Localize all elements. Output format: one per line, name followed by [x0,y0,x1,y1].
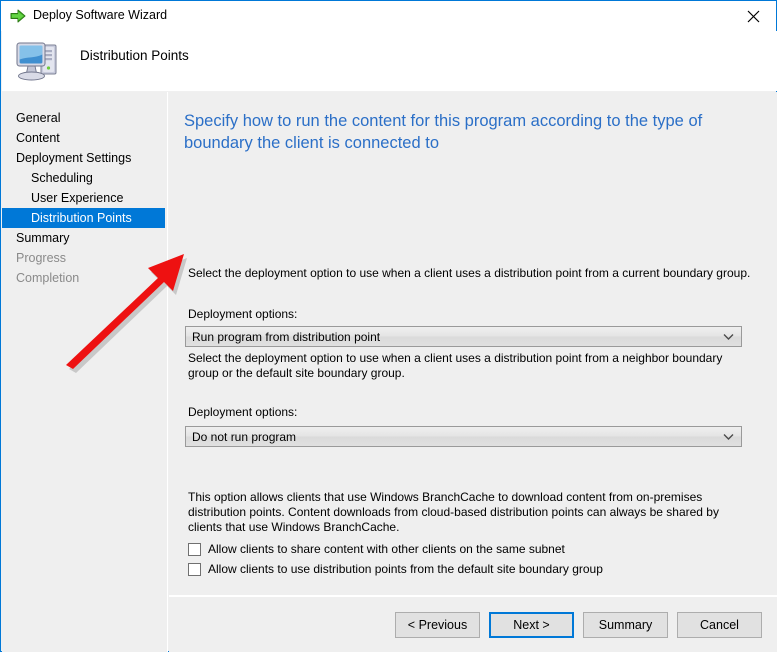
summary-button[interactable]: Summary [583,612,668,638]
sidebar-item-content[interactable]: Content [2,128,168,148]
deployment-options-value-2: Do not run program [192,430,297,444]
deployment-options-dropdown-1[interactable]: Run program from distribution point [185,326,742,347]
page-title: Distribution Points [80,48,189,63]
chevron-down-icon [723,427,734,446]
paragraph-current-boundary: Select the deployment option to use when… [188,266,751,280]
sidebar-item-general[interactable]: General [2,108,168,128]
paragraph-neighbor-boundary: Select the deployment option to use when… [188,351,723,380]
sidebar-item-user-experience[interactable]: User Experience [2,188,168,208]
green-right-arrow-icon [10,9,26,23]
next-button[interactable]: Next > [489,612,574,638]
cancel-button[interactable]: Cancel [677,612,762,638]
previous-button[interactable]: < Previous [395,612,480,638]
title-bar: Deploy Software Wizard [1,1,776,31]
deployment-options-value-1: Run program from distribution point [192,330,381,344]
checkbox-default-site[interactable] [188,562,201,576]
wizard-sidebar: General Content Deployment Settings Sche… [2,92,168,652]
deployment-options-dropdown-2[interactable]: Do not run program [185,426,742,447]
sidebar-item-summary[interactable]: Summary [2,228,168,248]
footer-bar: < Previous Next > Summary Cancel [169,597,777,652]
sidebar-item-distribution-points[interactable]: Distribution Points [2,208,165,228]
checkbox-share-content[interactable] [188,542,201,556]
checkbox-share-content-row[interactable]: Allow clients to share content with othe… [188,540,565,558]
paragraph-branchcache: This option allows clients that use Wind… [188,490,719,534]
deploy-software-wizard-window: Deploy Software Wizard Distribution Poin… [0,0,777,652]
computer-icon [14,37,64,85]
sidebar-item-completion: Completion [16,271,80,285]
checkbox-default-site-row[interactable]: Allow clients to use distribution points… [188,560,603,578]
sidebar-item-deployment-settings[interactable]: Deployment Settings [2,148,168,168]
window-title: Deploy Software Wizard [33,8,168,22]
sidebar-item-progress: Progress [16,251,67,265]
deployment-options-label-1: Deployment options: [188,307,298,321]
nav-list: General Content Deployment Settings Sche… [2,108,168,288]
content-heading: Specify how to run the content for this … [184,112,703,152]
wizard-header: Distribution Points [2,31,777,91]
content-pane: Specify how to run the content for this … [169,92,777,652]
checkbox-share-content-label: Allow clients to share content with othe… [208,542,565,556]
chevron-down-icon [723,327,734,346]
sidebar-item-scheduling[interactable]: Scheduling [2,168,168,188]
deployment-options-label-2: Deployment options: [188,405,298,419]
close-icon[interactable] [730,1,776,31]
checkbox-default-site-label: Allow clients to use distribution points… [208,562,603,576]
